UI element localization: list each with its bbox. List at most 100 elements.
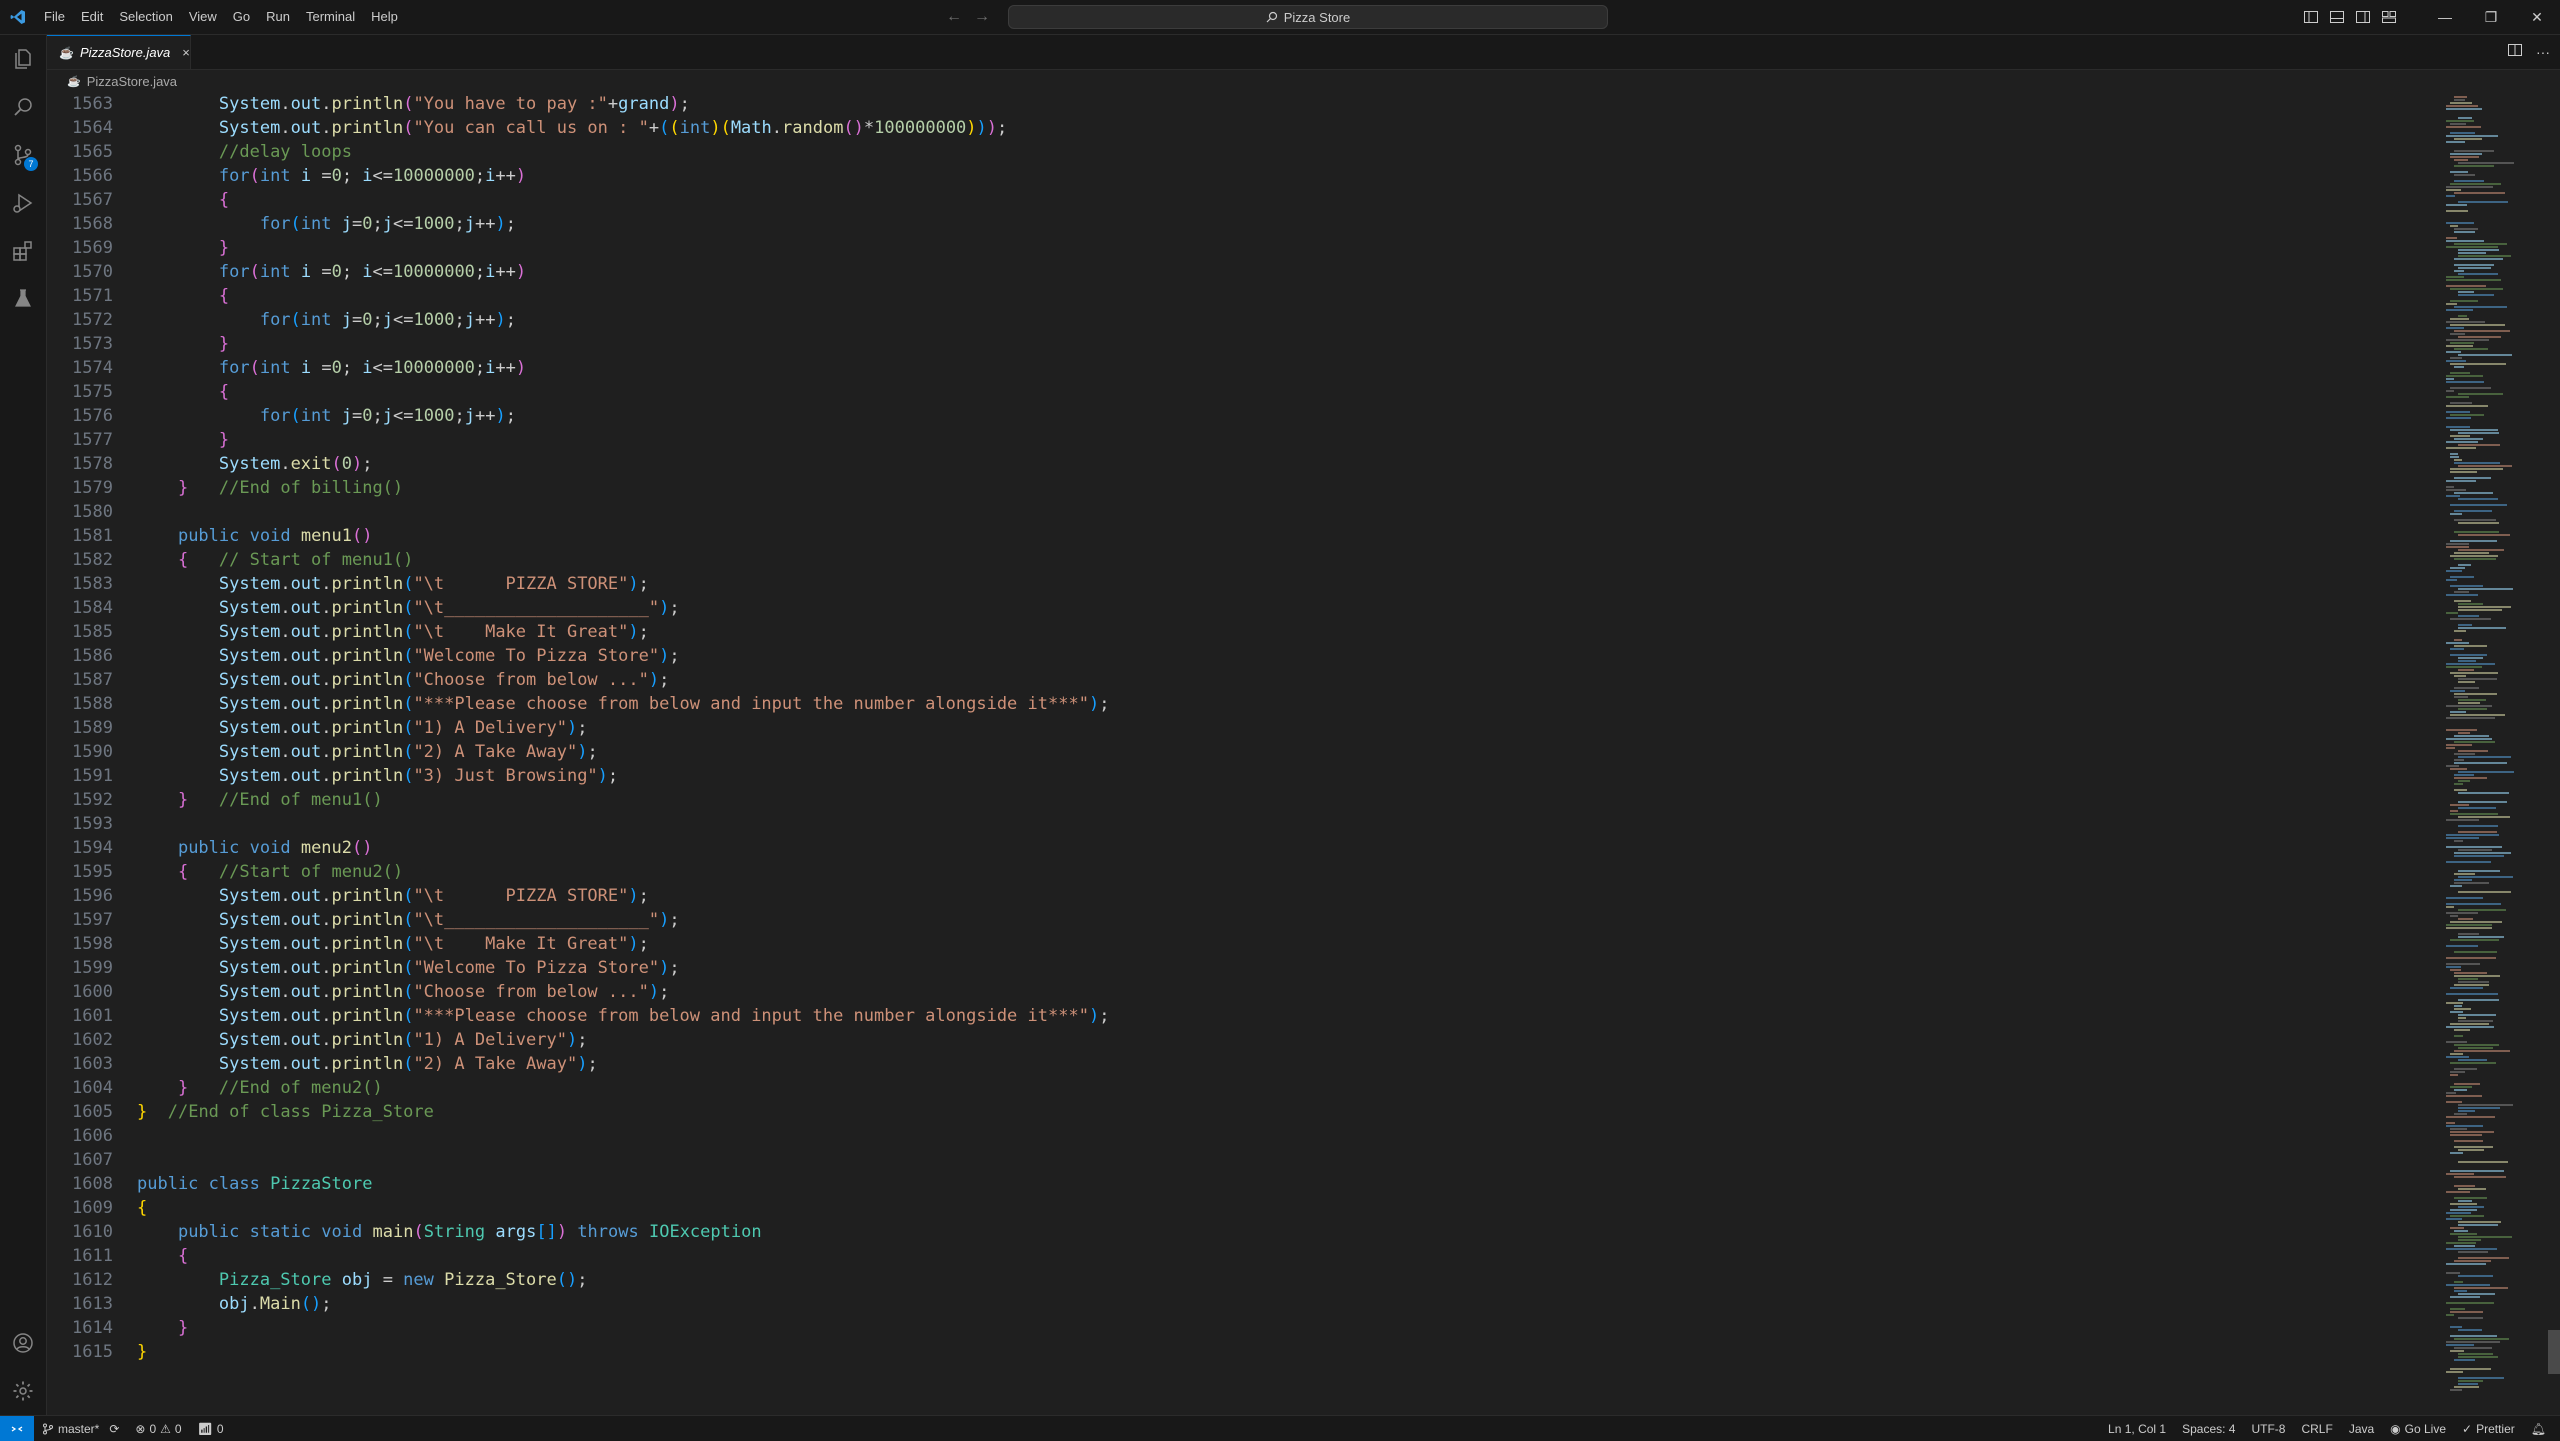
- code-line[interactable]: 1608 public class PizzaStore: [47, 1172, 2437, 1196]
- code-line[interactable]: 1612 Pizza_Store obj = new Pizza_Store()…: [47, 1268, 2437, 1292]
- notifications-bell-icon[interactable]: 🔔︎: [2523, 1422, 2554, 1436]
- code-line[interactable]: 1569 }: [47, 236, 2437, 260]
- menu-run[interactable]: Run: [258, 0, 298, 34]
- code-line[interactable]: 1600 System.out.println("Choose from bel…: [47, 980, 2437, 1004]
- branch-indicator[interactable]: master* ⟳: [34, 1422, 127, 1436]
- problems-indicator[interactable]: ⊗ 0 ⚠ 0: [127, 1422, 189, 1436]
- vertical-scrollbar-thumb[interactable]: [2548, 1330, 2560, 1374]
- testing-flask-icon[interactable]: [0, 275, 46, 323]
- end-of-line[interactable]: CRLF: [2293, 1422, 2340, 1436]
- code-line[interactable]: 1611 {: [47, 1244, 2437, 1268]
- code-line[interactable]: 1583 System.out.println("\t PIZZA STORE"…: [47, 572, 2437, 596]
- forward-arrow-icon[interactable]: →: [974, 8, 990, 26]
- code-line[interactable]: 1590 System.out.println("2) A Take Away"…: [47, 740, 2437, 764]
- code-line[interactable]: 1589 System.out.println("1) A Delivery")…: [47, 716, 2437, 740]
- code-line[interactable]: 1601 System.out.println("***Please choos…: [47, 1004, 2437, 1028]
- menu-view[interactable]: View: [181, 0, 225, 34]
- settings-gear-icon[interactable]: [0, 1367, 46, 1415]
- code-line[interactable]: 1591 System.out.println("3) Just Browsin…: [47, 764, 2437, 788]
- code-line[interactable]: 1615}: [47, 1340, 2437, 1364]
- accounts-icon[interactable]: [0, 1319, 46, 1367]
- menu-selection[interactable]: Selection: [111, 0, 180, 34]
- code-line[interactable]: 1575 {: [47, 380, 2437, 404]
- code-line[interactable]: 1570 for(int i =0; i<=10000000;i++): [47, 260, 2437, 284]
- close-tab-icon[interactable]: ×: [182, 45, 190, 60]
- ports-indicator[interactable]: 📶︎ 0: [190, 1422, 232, 1436]
- source-control-icon[interactable]: 7: [0, 131, 46, 179]
- code-line[interactable]: 1586 System.out.println("Welcome To Pizz…: [47, 644, 2437, 668]
- menu-file[interactable]: File: [36, 0, 73, 34]
- customize-layout-icon[interactable]: [2376, 0, 2402, 34]
- go-live-button[interactable]: ◉ Go Live: [2382, 1422, 2454, 1436]
- code-line[interactable]: 1598 System.out.println("\t Make It Grea…: [47, 932, 2437, 956]
- code-line[interactable]: 1599 System.out.println("Welcome To Pizz…: [47, 956, 2437, 980]
- code-line[interactable]: 1573 }: [47, 332, 2437, 356]
- menu-terminal[interactable]: Terminal: [298, 0, 363, 34]
- minimap[interactable]: [2440, 92, 2550, 1412]
- code-line[interactable]: 1587 System.out.println("Choose from bel…: [47, 668, 2437, 692]
- code-line[interactable]: 1571 {: [47, 284, 2437, 308]
- prettier-button[interactable]: ✓ Prettier: [2454, 1422, 2523, 1436]
- code-line[interactable]: 1576 for(int j=0;j<=1000;j++);: [47, 404, 2437, 428]
- code-line[interactable]: 1585 System.out.println("\t Make It Grea…: [47, 620, 2437, 644]
- code-line[interactable]: 1595 { //Start of menu2(): [47, 860, 2437, 884]
- code-line[interactable]: 1581 public void menu1(): [47, 524, 2437, 548]
- menu-edit[interactable]: Edit: [73, 0, 111, 34]
- code-line[interactable]: 1602 System.out.println("1) A Delivery")…: [47, 1028, 2437, 1052]
- command-center[interactable]: Pizza Store: [1008, 5, 1608, 29]
- code-line[interactable]: 1567 {: [47, 188, 2437, 212]
- code-line[interactable]: 1597 System.out.println("\t_____________…: [47, 908, 2437, 932]
- code-line[interactable]: 1606: [47, 1124, 2437, 1148]
- code-line[interactable]: 1568 for(int j=0;j<=1000;j++);: [47, 212, 2437, 236]
- code-line[interactable]: 1614 }: [47, 1316, 2437, 1340]
- code-line[interactable]: 1607: [47, 1148, 2437, 1172]
- tab-pizzastore-java[interactable]: ☕ PizzaStore.java ×: [47, 35, 191, 69]
- search-icon[interactable]: [0, 83, 46, 131]
- code-line[interactable]: 1578 System.exit(0);: [47, 452, 2437, 476]
- code-line[interactable]: 1596 System.out.println("\t PIZZA STORE"…: [47, 884, 2437, 908]
- code-line[interactable]: 1574 for(int i =0; i<=10000000;i++): [47, 356, 2437, 380]
- close-window-icon[interactable]: ✕: [2514, 0, 2560, 34]
- code-line[interactable]: 1603 System.out.println("2) A Take Away"…: [47, 1052, 2437, 1076]
- run-debug-icon[interactable]: [0, 179, 46, 227]
- more-actions-icon[interactable]: ···: [2536, 44, 2550, 60]
- code-line[interactable]: 1563 System.out.println("You have to pay…: [47, 92, 2437, 116]
- code-line[interactable]: 1580: [47, 500, 2437, 524]
- code-line[interactable]: 1610 public static void main(String args…: [47, 1220, 2437, 1244]
- breadcrumb-file[interactable]: PizzaStore.java: [87, 74, 177, 89]
- explorer-icon[interactable]: [0, 35, 46, 83]
- code-line[interactable]: 1584 System.out.println("\t_____________…: [47, 596, 2437, 620]
- menu-go[interactable]: Go: [225, 0, 258, 34]
- code-line[interactable]: 1565 //delay loops: [47, 140, 2437, 164]
- code-line[interactable]: 1577 }: [47, 428, 2437, 452]
- extensions-icon[interactable]: [0, 227, 46, 275]
- code-line[interactable]: 1588 System.out.println("***Please choos…: [47, 692, 2437, 716]
- toggle-panel-icon[interactable]: [2324, 0, 2350, 34]
- code-line[interactable]: 1582 { // Start of menu1(): [47, 548, 2437, 572]
- cursor-position[interactable]: Ln 1, Col 1: [2100, 1422, 2174, 1436]
- code-line[interactable]: 1572 for(int j=0;j<=1000;j++);: [47, 308, 2437, 332]
- minimize-icon[interactable]: —: [2422, 0, 2468, 34]
- code-line[interactable]: 1592 } //End of menu1(): [47, 788, 2437, 812]
- code-line[interactable]: 1613 obj.Main();: [47, 1292, 2437, 1316]
- code-line[interactable]: 1579 } //End of billing(): [47, 476, 2437, 500]
- code-line[interactable]: 1594 public void menu2(): [47, 836, 2437, 860]
- code-line[interactable]: 1593: [47, 812, 2437, 836]
- code-line[interactable]: 1605} //End of class Pizza_Store: [47, 1100, 2437, 1124]
- encoding[interactable]: UTF-8: [2243, 1422, 2293, 1436]
- remote-indicator-icon[interactable]: [0, 1416, 34, 1441]
- code-editor[interactable]: 1563 System.out.println("You have to pay…: [47, 92, 2437, 1412]
- indentation[interactable]: Spaces: 4: [2174, 1422, 2243, 1436]
- code-line[interactable]: 1564 System.out.println("You can call us…: [47, 116, 2437, 140]
- back-arrow-icon[interactable]: ←: [946, 8, 962, 26]
- menu-help[interactable]: Help: [363, 0, 406, 34]
- restore-icon[interactable]: ❐: [2468, 0, 2514, 34]
- code-line[interactable]: 1566 for(int i =0; i<=10000000;i++): [47, 164, 2437, 188]
- language-mode[interactable]: Java: [2341, 1422, 2382, 1436]
- code-line[interactable]: 1604 } //End of menu2(): [47, 1076, 2437, 1100]
- toggle-secondary-sidebar-icon[interactable]: [2350, 0, 2376, 34]
- toggle-sidebar-icon[interactable]: [2298, 0, 2324, 34]
- split-editor-icon[interactable]: [2508, 43, 2522, 62]
- sync-icon[interactable]: ⟳: [109, 1422, 119, 1436]
- code-line[interactable]: 1609 {: [47, 1196, 2437, 1220]
